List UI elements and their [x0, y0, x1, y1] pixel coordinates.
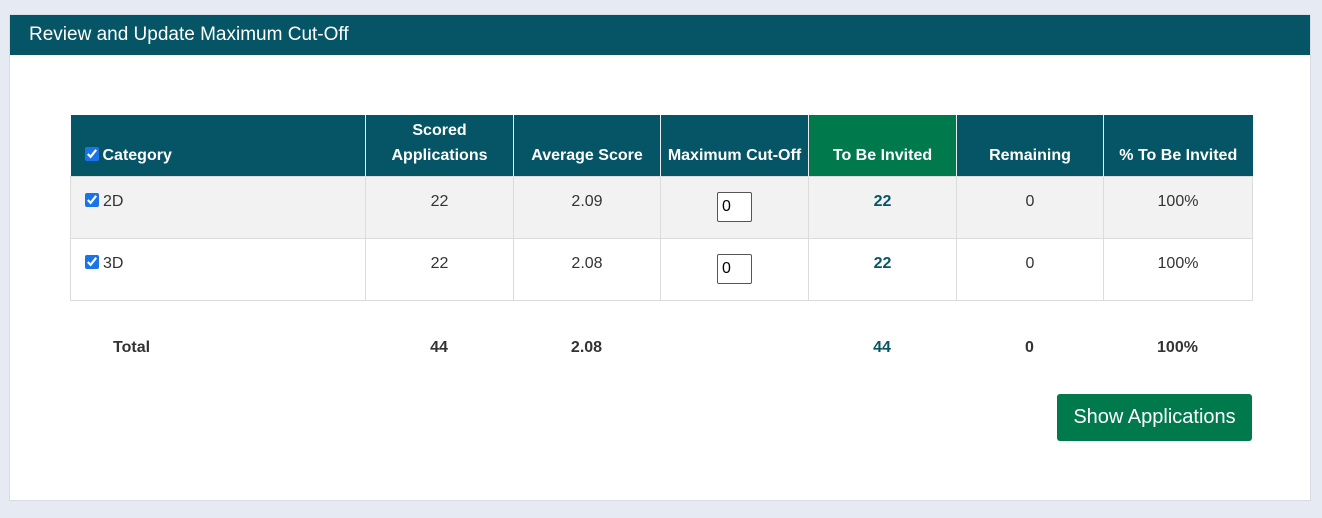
- total-average: 2.08: [570, 339, 603, 356]
- header-category: Category: [70, 115, 366, 176]
- to-be-invited-cell: 22: [808, 237, 957, 301]
- percent-invited-cell: 100%: [1103, 237, 1253, 301]
- header-category-label: Category: [102, 146, 172, 164]
- panel-title: Review and Update Maximum Cut-Off: [10, 15, 1310, 55]
- total-invited: 44: [873, 339, 891, 356]
- header-remaining: Remaining: [956, 115, 1104, 176]
- header-scored-line1: Scored: [412, 121, 467, 139]
- row-select-checkbox[interactable]: [85, 255, 99, 269]
- total-label: Total: [113, 339, 151, 356]
- header-maximum-cutoff: Maximum Cut-Off: [660, 115, 809, 176]
- cutoff-cell: [660, 175, 809, 239]
- max-cutoff-input[interactable]: [717, 254, 752, 284]
- average-score-cell: 2.08: [513, 237, 661, 301]
- total-remaining: 0: [1025, 339, 1034, 356]
- to-be-invited-cell: 22: [808, 175, 957, 239]
- header-scored-applications: Scored Applications: [365, 115, 514, 176]
- total-cutoff-empty: [660, 332, 808, 364]
- remaining-cell: 0: [956, 175, 1104, 239]
- total-scored: 44: [430, 339, 448, 356]
- remaining-cell: 0: [956, 237, 1104, 301]
- header-average-score: Average Score: [513, 115, 661, 176]
- show-applications-button[interactable]: Show Applications: [1057, 394, 1252, 441]
- header-percent-invited: % To Be Invited: [1103, 115, 1253, 176]
- scored-applications-cell: 22: [365, 237, 514, 301]
- header-scored-line2: Applications: [391, 146, 488, 164]
- max-cutoff-input[interactable]: [717, 192, 752, 222]
- totals-row: Total 44 2.08 44 0 100%: [70, 332, 1252, 364]
- table-row: 2D 22 2.09 22 0 100%: [70, 175, 1253, 239]
- row-select-checkbox[interactable]: [85, 193, 99, 207]
- cutoff-table: Category Scored Applications Average Sco…: [70, 115, 1253, 301]
- category-cell: 3D: [70, 237, 366, 301]
- select-all-checkbox[interactable]: [84, 146, 99, 161]
- category-name: 3D: [103, 255, 124, 272]
- category-cell: 2D: [70, 175, 366, 239]
- table-row: 3D 22 2.08 22 0 100%: [70, 237, 1253, 301]
- header-to-be-invited: To Be Invited: [808, 115, 957, 176]
- table-header-row: Category Scored Applications Average Sco…: [70, 115, 1253, 176]
- cutoff-cell: [660, 237, 809, 301]
- category-name: 2D: [103, 193, 124, 210]
- total-percent: 100%: [1157, 339, 1198, 356]
- scored-applications-cell: 22: [365, 175, 514, 239]
- percent-invited-cell: 100%: [1103, 175, 1253, 239]
- average-score-cell: 2.09: [513, 175, 661, 239]
- review-cutoff-panel: Review and Update Maximum Cut-Off Catego…: [9, 14, 1311, 501]
